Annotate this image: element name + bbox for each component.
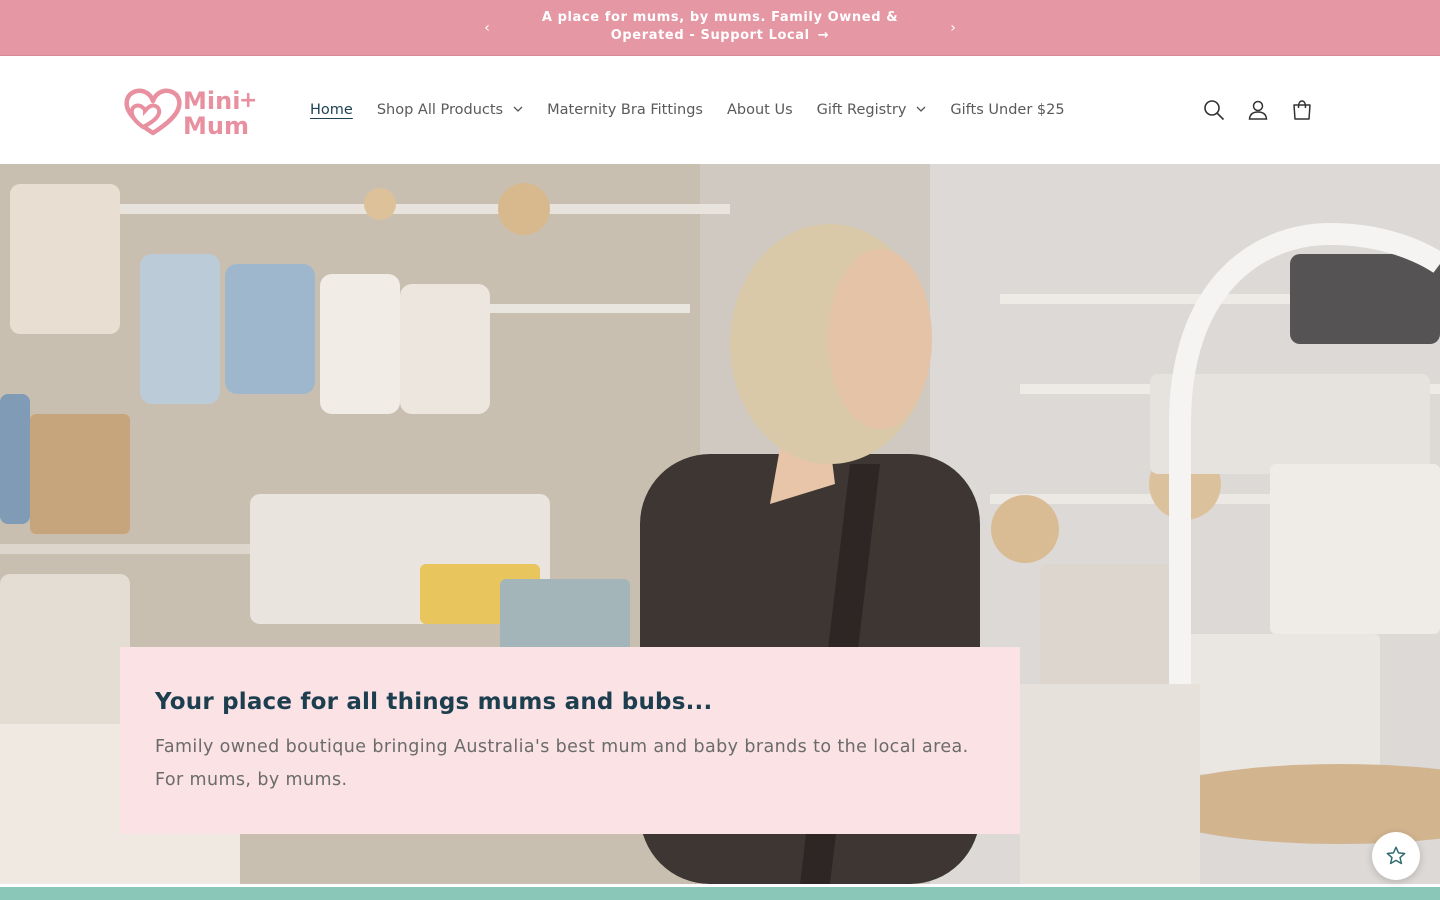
svg-text:+: + — [239, 88, 257, 113]
search-button[interactable] — [1196, 92, 1232, 128]
svg-text:Mum: Mum — [183, 112, 249, 139]
hero-title: Your place for all things mums and bubs.… — [155, 689, 713, 715]
nav-home[interactable]: Home — [298, 97, 365, 123]
header-icons — [1196, 92, 1328, 128]
nav-gifts-under-25-label: Gifts Under $25 — [950, 102, 1065, 118]
announcement-message-link[interactable]: A place for mums, by mums. Family Owned … — [510, 9, 930, 45]
search-icon — [1204, 100, 1225, 121]
announcement-bar: ‹ A place for mums, by mums. Family Owne… — [0, 0, 1440, 56]
nav-maternity-bra-fittings[interactable]: Maternity Bra Fittings — [535, 97, 715, 123]
hero-description: Family owned boutique bringing Australia… — [155, 737, 969, 790]
logo[interactable]: Mini + Mum — [123, 83, 268, 140]
nav-gifts-under-25[interactable]: Gifts Under $25 — [938, 97, 1076, 123]
announcement-next-button[interactable]: › — [941, 17, 965, 39]
nav-about-us-label: About Us — [726, 102, 793, 118]
announcement-message[interactable]: A place for mums, by mums. Family Owned … — [542, 10, 898, 43]
hero-card: Your place for all things mums and bubs.… — [120, 647, 1020, 834]
account-icon — [1248, 100, 1268, 120]
nav-shop-all-products[interactable]: Shop All Products — [365, 97, 535, 123]
svg-text:Mini: Mini — [183, 87, 240, 115]
logo-mark: Mini + Mum — [124, 87, 257, 140]
cart-icon — [1293, 100, 1311, 120]
account-button[interactable] — [1240, 92, 1276, 128]
arrow-right-icon: → — [817, 28, 830, 43]
site-header: Mini + Mum Home Shop All Products Matern… — [0, 57, 1440, 164]
bottom-color-strip — [0, 887, 1440, 900]
nav-shop-all-products-label: Shop All Products — [376, 102, 504, 118]
reviews-widget-button[interactable] — [1372, 832, 1420, 880]
main-nav: Home Shop All Products Maternity Bra Fit… — [298, 97, 1077, 123]
announcement-prev-button[interactable]: ‹ — [475, 17, 499, 39]
nav-gift-registry[interactable]: Gift Registry — [805, 97, 939, 123]
cart-button[interactable] — [1284, 92, 1320, 128]
nav-about-us[interactable]: About Us — [715, 97, 805, 123]
nav-gift-registry-label: Gift Registry — [816, 102, 907, 118]
nav-maternity-bra-fittings-label: Maternity Bra Fittings — [547, 102, 703, 118]
star-icon — [1386, 846, 1406, 865]
nav-home-label: Home — [310, 102, 353, 118]
hero-banner: Your place for all things mums and bubs.… — [0, 164, 1440, 884]
chevron-down-icon — [916, 97, 926, 123]
chevron-down-icon — [513, 97, 523, 123]
